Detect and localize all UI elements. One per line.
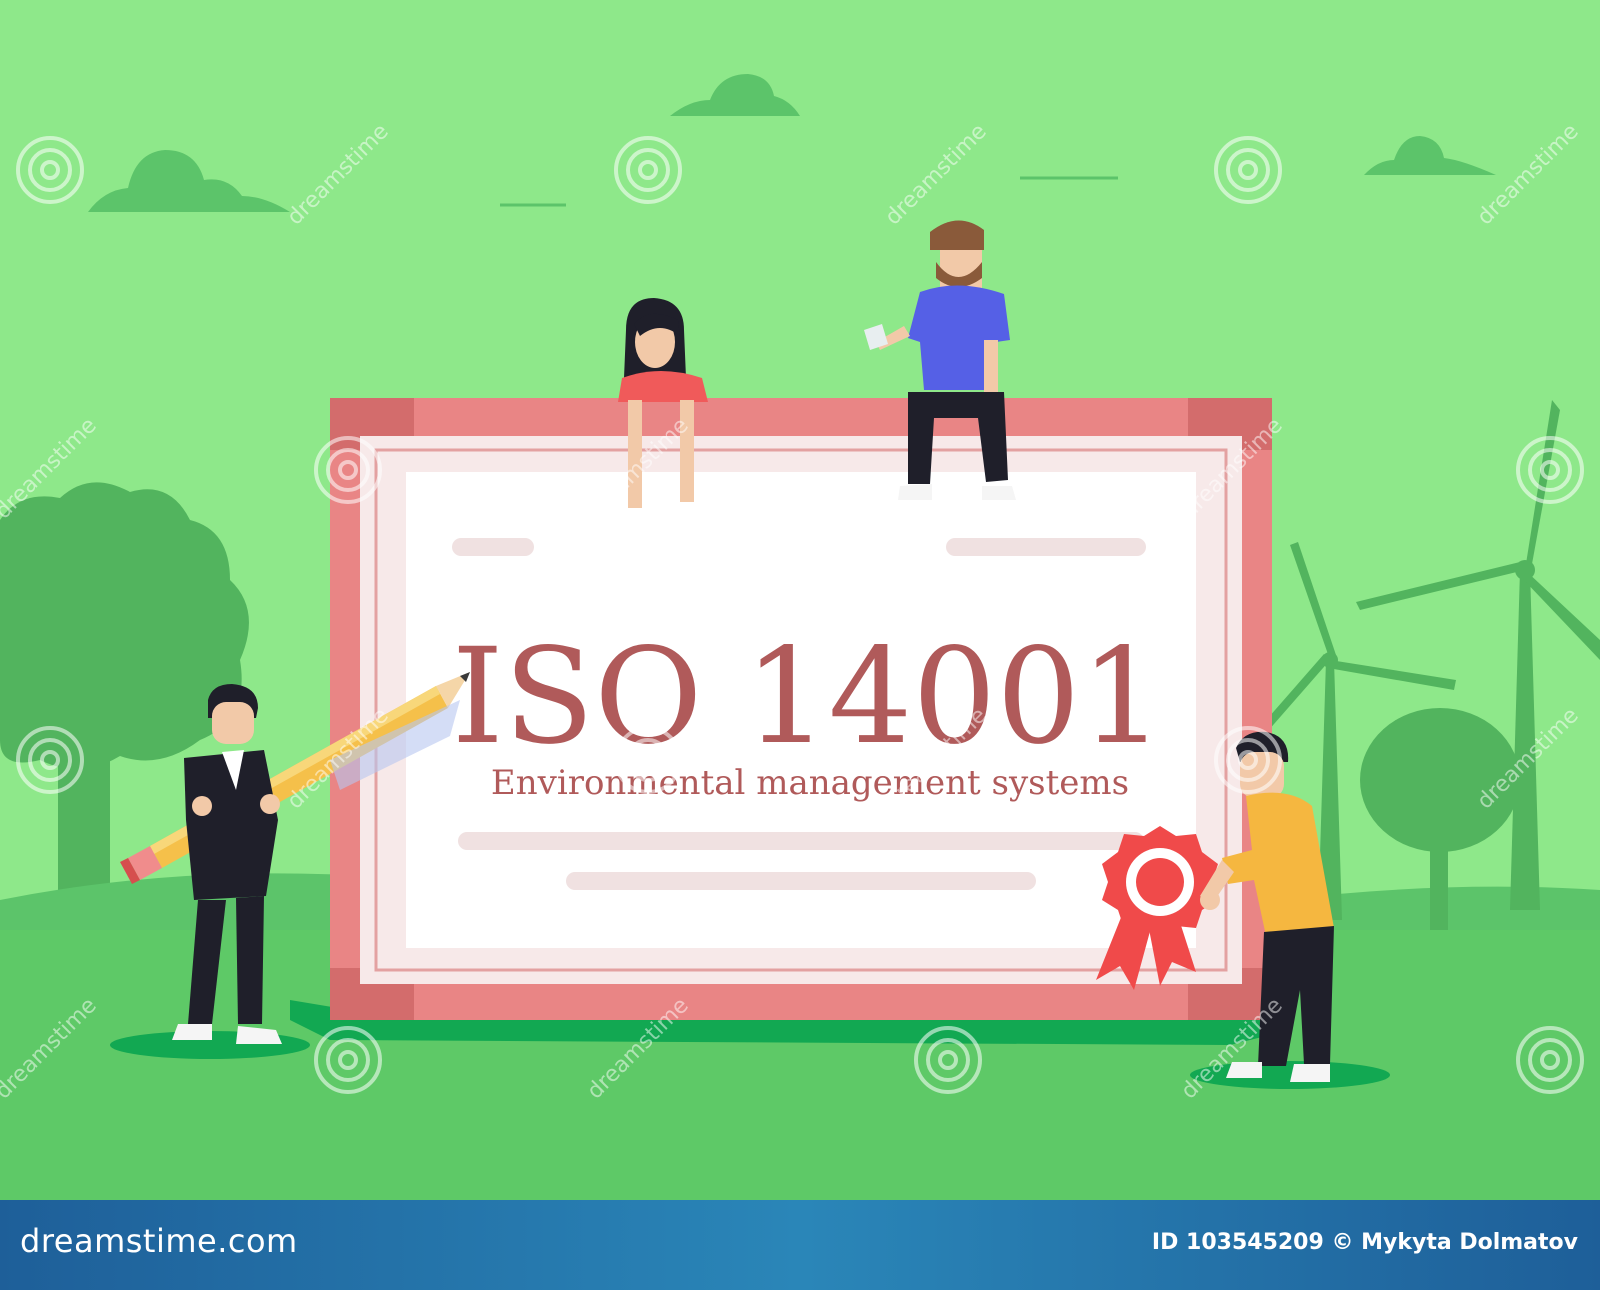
footer-bar: dreamstime.com ID 103545209 © Mykyta Dol…	[0, 1200, 1600, 1290]
placeholder-line-1	[458, 832, 1144, 850]
placeholder-line-2	[566, 872, 1036, 890]
footer-brand: dreamstime.com	[20, 1222, 298, 1260]
footer-image-credit: ID 103545209 © Mykyta Dolmatov	[1151, 1230, 1578, 1255]
certificate-subtitle: Environmental management systems	[491, 763, 1129, 803]
certificate-title: ISO 14001	[452, 620, 1165, 774]
iso-14001-illustration: ISO 14001 Environmental management syste…	[0, 0, 1600, 1200]
placeholder-line-top-right	[946, 538, 1146, 556]
placeholder-line-top-left	[452, 538, 534, 556]
